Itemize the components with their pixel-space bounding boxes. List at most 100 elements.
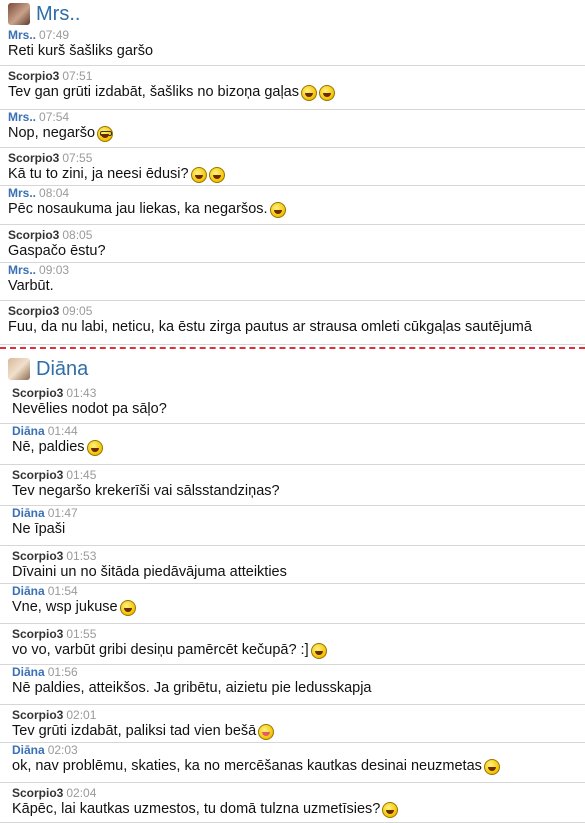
laugh-emoji-icon (310, 642, 327, 659)
message-item: Scorpio3 01:53 Dīvaini un no šitāda piedāv… (0, 546, 585, 584)
message-body: Tev gan grūti izdabāt, šašliks no bizoņa… (8, 84, 299, 100)
message-sender[interactable]: Scorpio3 (12, 786, 63, 800)
message-text: Nevēlies nodot pa sāļo? (12, 400, 581, 419)
message-time: 07:54 (39, 110, 70, 124)
message-time: 02:04 (66, 786, 97, 800)
message-text: Nop, negaršo (8, 124, 581, 143)
message-time: 01:44 (47, 424, 78, 438)
message-meta: Scorpio3 07:51 (8, 69, 581, 83)
message-sender[interactable]: Diāna (12, 665, 45, 679)
message-item: Scorpio3 02:01 Tev grūti izdabāt, paliksi … (0, 705, 585, 743)
message-text: Tev negaršo krekerīši vai sālsstandziņas… (12, 482, 581, 501)
message-sender[interactable]: Diāna (12, 424, 45, 438)
message-text: Nē, paldies (12, 438, 581, 457)
message-meta: Mrs.. 08:04 (8, 186, 581, 200)
message-item: Scorpio3 01:45 Tev negaršo krekerīši vai s… (0, 465, 585, 506)
message-item: Scorpio3 09:05 Fuu, da nu labi, neticu, ka… (0, 301, 585, 345)
message-sender[interactable]: Scorpio3 (12, 549, 63, 563)
message-sender[interactable]: Scorpio3 (8, 151, 59, 165)
message-sender[interactable]: Mrs.. (8, 186, 36, 200)
message-item: Scorpio3 01:43 Nevēlies nodot pa sāļo? (0, 383, 585, 424)
chat-header: Mrs.. (0, 0, 585, 28)
message-body: Kā tu to zini, ja neesi ēdusi? (8, 166, 189, 182)
message-body: Reti kurš šašliks garšo (8, 43, 154, 59)
message-time: 07:49 (39, 28, 70, 42)
message-body: ok, nav problēmu, skaties, ka no mercēša… (12, 758, 482, 774)
message-meta: Scorpio3 02:04 (12, 786, 581, 800)
message-meta: Mrs.. 07:49 (8, 28, 581, 42)
message-meta: Scorpio3 07:55 (8, 151, 581, 165)
laugh-emoji-icon (382, 801, 399, 818)
message-time: 08:05 (62, 228, 93, 242)
message-sender[interactable]: Mrs.. (8, 28, 36, 42)
message-item: Diāna 01:56 Nē paldies, atteikšos. Ja grib… (0, 665, 585, 705)
message-text: Kā tu to zini, ja neesi ēdusi? (8, 165, 581, 184)
message-time: 01:53 (66, 549, 97, 563)
chat-section-mrs: Mrs.. Mrs.. 07:49 Reti kurš šašliks garšo S… (0, 0, 585, 345)
message-body: Kāpēc, lai kautkas uzmestos, tu domā tul… (12, 801, 381, 817)
message-time: 01:45 (66, 468, 97, 482)
message-meta: Diāna 01:44 (12, 424, 581, 438)
message-body: Varbūt. (8, 278, 54, 294)
message-sender[interactable]: Mrs.. (8, 110, 36, 124)
message-text: Varbūt. (8, 277, 581, 296)
message-sender[interactable]: Diāna (12, 743, 45, 757)
message-meta: Diāna 01:54 (12, 584, 581, 598)
message-sender[interactable]: Scorpio3 (8, 69, 59, 83)
message-sender[interactable]: Diāna (12, 584, 45, 598)
message-sender[interactable]: Scorpio3 (12, 627, 63, 641)
message-time: 02:03 (47, 743, 78, 757)
message-body: Dīvaini un no šitāda piedāvājuma atteikt… (12, 564, 287, 580)
chat-title[interactable]: Mrs.. (36, 3, 80, 26)
message-sender[interactable]: Mrs.. (8, 263, 36, 277)
message-item: Diāna 02:03 ok, nav problēmu, skaties, ka … (0, 743, 585, 783)
message-text: Vne, wsp jukuse (12, 598, 581, 617)
message-text: ok, nav problēmu, skaties, ka no mercēša… (12, 757, 581, 776)
message-time: 01:54 (47, 584, 78, 598)
message-meta: Scorpio3 02:01 (12, 708, 581, 722)
laugh-emoji-icon (318, 84, 335, 101)
message-sender[interactable]: Scorpio3 (12, 468, 63, 482)
message-text: Dīvaini un no šitāda piedāvājuma atteikt… (12, 563, 581, 582)
message-item: Scorpio3 08:05 Gaspačo ēstu? (0, 225, 585, 263)
message-text: Pēc nosaukuma jau liekas, ka negaršos. (8, 200, 581, 219)
message-list: Mrs.. 07:49 Reti kurš šašliks garšo Scorpio… (0, 28, 585, 345)
message-time: 01:43 (66, 386, 97, 400)
laugh-emoji-icon (86, 439, 103, 456)
message-body: Tev negaršo krekerīši vai sālsstandziņas… (12, 483, 280, 499)
message-body: Ne īpaši (12, 521, 66, 537)
message-meta: Mrs.. 07:54 (8, 110, 581, 124)
message-time: 09:05 (62, 304, 93, 318)
message-meta: Diāna 02:03 (12, 743, 581, 757)
laugh-emoji-icon (190, 166, 207, 183)
message-meta: Scorpio3 01:53 (12, 549, 581, 563)
chat-title[interactable]: Diāna (36, 358, 88, 381)
message-sender[interactable]: Diāna (12, 506, 45, 520)
message-sender[interactable]: Scorpio3 (12, 708, 63, 722)
laugh-emoji-icon (483, 758, 500, 775)
message-body: vo vo, varbūt gribi desiņu pamērcēt keču… (12, 642, 309, 658)
chat-header: Diāna (0, 355, 585, 383)
nerd-emoji-icon (97, 125, 114, 142)
message-meta: Scorpio3 01:43 (12, 386, 581, 400)
avatar[interactable] (8, 358, 30, 380)
message-text: Nē paldies, atteikšos. Ja gribētu, aizie… (12, 679, 581, 698)
message-item: Diāna 01:44 Nē, paldies (0, 424, 585, 465)
message-meta: Scorpio3 01:55 (12, 627, 581, 641)
message-item: Scorpio3 07:51 Tev gan grūti izdabāt, šašl… (0, 66, 585, 110)
message-time: 01:55 (66, 627, 97, 641)
message-item: Mrs.. 08:04 Pēc nosaukuma jau liekas, ka n… (0, 186, 585, 225)
message-item: Scorpio3 02:04 Kāpēc, lai kautkas uzmestos… (0, 783, 585, 823)
avatar[interactable] (8, 3, 30, 25)
message-body: Nē, paldies (12, 439, 85, 455)
message-body: Pēc nosaukuma jau liekas, ka negaršos. (8, 201, 268, 217)
message-sender[interactable]: Scorpio3 (8, 304, 59, 318)
message-sender[interactable]: Scorpio3 (8, 228, 59, 242)
laugh-emoji-icon (300, 84, 317, 101)
message-meta: Diāna 01:56 (12, 665, 581, 679)
message-sender[interactable]: Scorpio3 (12, 386, 63, 400)
message-time: 07:55 (62, 151, 93, 165)
message-body: Nē paldies, atteikšos. Ja gribētu, aizie… (12, 680, 372, 696)
message-text: Reti kurš šašliks garšo (8, 42, 581, 61)
message-time: 07:51 (62, 69, 93, 83)
